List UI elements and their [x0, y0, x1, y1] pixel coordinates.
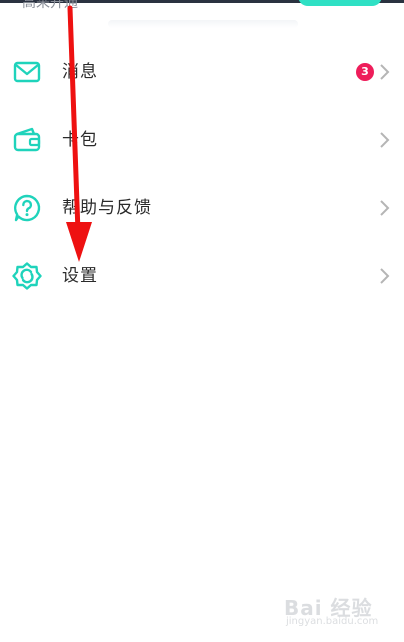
unread-count-badge: 3 [356, 63, 374, 81]
menu-item-help-feedback[interactable]: 帮助与反馈 [0, 174, 404, 242]
profile-menu-list: 消息 3 卡包 帮助与反馈 设置 [0, 38, 404, 310]
baidu-jingyan-watermark: Bai 经验 jingyan.baidu.com [284, 592, 392, 634]
watermark-url: jingyan.baidu.com [286, 616, 379, 627]
chevron-right-icon [378, 198, 392, 218]
menu-item-settings[interactable]: 设置 [0, 242, 404, 310]
menu-item-label: 卡包 [62, 130, 98, 150]
help-circle-icon [12, 193, 42, 223]
menu-item-label: 设置 [62, 266, 98, 286]
menu-item-card-wallet[interactable]: 卡包 [0, 106, 404, 174]
wallet-icon [12, 125, 42, 155]
chevron-right-icon [378, 62, 392, 82]
mail-icon [12, 57, 42, 87]
top-card-action-button[interactable] [298, 0, 382, 6]
chevron-right-icon [378, 130, 392, 150]
menu-item-label: 消息 [62, 62, 98, 82]
top-card-remnant: 高采开通 [0, 0, 404, 28]
settings-gear-icon [12, 261, 42, 291]
menu-item-messages[interactable]: 消息 3 [0, 38, 404, 106]
chevron-right-icon [378, 266, 392, 286]
top-card-subtitle: 高采开通 [22, 0, 78, 11]
menu-item-label: 帮助与反馈 [62, 198, 152, 218]
top-card-shadow [108, 20, 298, 28]
